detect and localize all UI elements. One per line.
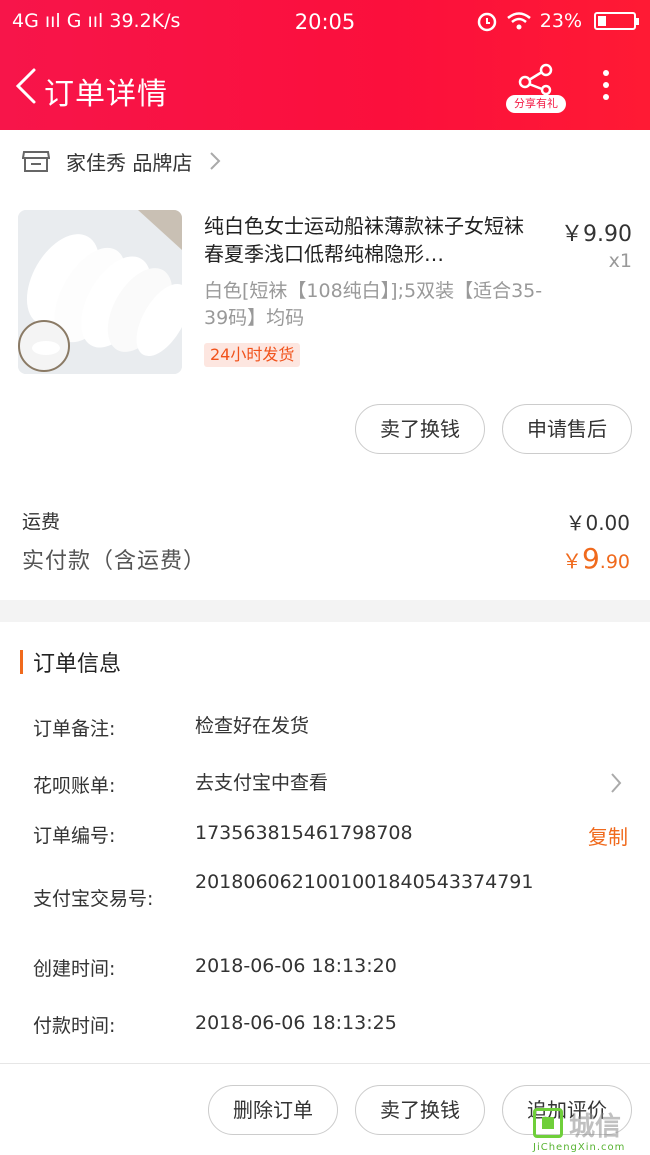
- nav-bar: 订单详情 分享有礼: [0, 60, 650, 116]
- watermark-logo-icon: [533, 1108, 563, 1138]
- status-right: 23%: [476, 10, 639, 32]
- sell-for-cash-button[interactable]: 卖了换钱: [355, 1085, 485, 1135]
- paid-decimal: .90: [599, 551, 630, 573]
- status-bar: 4G ııl G ııl 39.2K/s 20:05 23%: [0, 10, 650, 38]
- copy-button[interactable]: 复制: [588, 821, 628, 850]
- info-key: 订单编号:: [33, 825, 116, 847]
- battery-percent: 23%: [539, 10, 582, 32]
- shipping-fee-value: ￥0.00: [565, 511, 630, 535]
- info-row-huabei[interactable]: 花呗账单: 去支付宝中查看: [33, 771, 633, 799]
- paid-currency: ￥: [561, 549, 582, 573]
- info-value: 检查好在发货: [195, 715, 310, 737]
- paid-integer: 9: [581, 542, 600, 575]
- info-key: 订单备注:: [33, 718, 116, 740]
- info-key: 付款时间:: [33, 1015, 116, 1037]
- app-header: 4G ııl G ııl 39.2K/s 20:05 23% 订单详情 分享有礼: [0, 0, 650, 130]
- delete-order-button[interactable]: 删除订单: [208, 1085, 338, 1135]
- paid-amount-row: 实付款（含运费） ￥9.90: [22, 542, 630, 575]
- shipping-fee-row: 运费 ￥0.00: [22, 507, 630, 536]
- info-value: 2018-06-06 18:13:25: [195, 1012, 397, 1034]
- info-key: 花呗账单:: [33, 775, 116, 797]
- alipay-trade-number: 2018060621001001840543374791: [195, 871, 534, 893]
- info-value: 去支付宝中查看: [195, 772, 329, 794]
- share-label: 分享有礼: [506, 95, 566, 113]
- order-number: 173563815461798708: [195, 822, 413, 844]
- more-menu-icon[interactable]: [594, 66, 618, 106]
- section-divider: [0, 600, 650, 622]
- product-quantity: x1: [608, 250, 632, 272]
- watermark-text: 城信: [569, 1112, 622, 1142]
- order-info-title: 订单信息: [33, 652, 122, 677]
- shipping-tag: 24小时发货: [204, 343, 301, 367]
- product-title: 纯白色女士运动船袜薄款袜子女短袜春夏季浅口低帮纯棉隐形…: [204, 214, 524, 266]
- share-icon: [518, 63, 553, 96]
- sell-for-cash-button[interactable]: 卖了换钱: [355, 404, 485, 454]
- share-button[interactable]: 分享有礼: [506, 62, 566, 114]
- bottom-divider: [0, 1063, 650, 1064]
- chevron-right-icon: [611, 773, 622, 793]
- info-key: 创建时间:: [33, 958, 116, 980]
- order-info-header: 订单信息: [20, 648, 122, 677]
- paid-amount-label: 实付款（含运费）: [22, 549, 207, 574]
- product-image: [18, 210, 182, 374]
- store-icon: [22, 151, 50, 172]
- info-key: 支付宝交易号:: [33, 888, 154, 910]
- site-watermark: 城信 JiChengXin.com: [533, 1106, 650, 1155]
- paid-amount-value: ￥9.90: [562, 542, 630, 575]
- shop-name: 家佳秀 品牌店: [66, 150, 193, 175]
- battery-fill: [598, 16, 606, 26]
- shop-row[interactable]: 家佳秀 品牌店: [0, 130, 650, 192]
- page-title: 订单详情: [44, 77, 168, 112]
- watermark-url: JiChengXin.com: [533, 1142, 626, 1153]
- chevron-right-icon: [210, 152, 221, 170]
- info-value: 2018-06-06 18:13:20: [195, 955, 397, 977]
- product-price: ￥9.90: [561, 222, 632, 247]
- battery-icon: [594, 12, 639, 30]
- product-sku: 白色[短袜【108纯白】];5双装【适合35-39码】均码: [204, 280, 543, 329]
- section-accent-bar: [20, 650, 23, 674]
- wifi-icon: [506, 12, 531, 30]
- after-sale-button[interactable]: 申请售后: [502, 404, 632, 454]
- shipping-fee-label: 运费: [22, 511, 61, 533]
- alarm-icon: [477, 12, 497, 32]
- back-arrow-icon[interactable]: [12, 66, 42, 106]
- product-item[interactable]: 纯白色女士运动船袜薄款袜子女短袜春夏季浅口低帮纯棉隐形… 白色[短袜【108纯白…: [18, 210, 638, 380]
